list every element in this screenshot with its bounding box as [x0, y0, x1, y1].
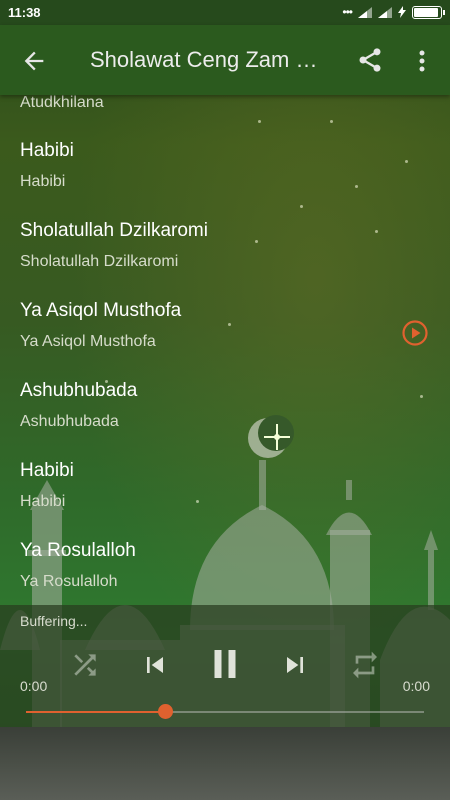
song-title: Sholatullah Dzilkaromi [20, 220, 208, 241]
song-subtitle: Sholatullah Dzilkaromi [20, 253, 179, 270]
status-time: 11:38 [8, 5, 41, 20]
player-panel: Buffering... 0:00 0:00 [0, 605, 450, 727]
status-bar: 11:38 ••• [0, 0, 450, 25]
list-item[interactable]: Ashubhubada Ashubhubada [0, 380, 450, 460]
bottom-bar [0, 727, 450, 800]
song-subtitle: Ashubhubada [20, 413, 119, 430]
seek-progress [26, 711, 165, 713]
pause-icon[interactable] [204, 643, 246, 685]
song-title: Ya Rosulalloh [20, 540, 136, 561]
list-item-partial-subtitle: Atudkhilana [20, 95, 104, 111]
list-item[interactable]: Sholatullah Dzilkaromi Sholatullah Dzilk… [0, 220, 450, 300]
share-icon[interactable] [356, 46, 384, 74]
seek-thumb[interactable] [158, 704, 173, 719]
skip-previous-icon[interactable] [139, 649, 171, 681]
list-item[interactable]: Habibi Habibi [0, 460, 450, 540]
signal-icon [378, 6, 392, 18]
seek-bar[interactable] [26, 704, 424, 719]
dots-icon: ••• [342, 5, 353, 19]
song-subtitle: Ya Asiqol Musthofa [20, 333, 156, 350]
signal-icon [358, 6, 372, 18]
shuffle-icon[interactable] [69, 649, 101, 681]
status-icons: ••• [342, 5, 445, 19]
list-item[interactable]: Habibi Habibi [0, 140, 450, 220]
charging-icon [398, 6, 406, 18]
battery-icon [412, 5, 445, 19]
more-vertical-icon[interactable] [412, 47, 432, 75]
duration-time: 0:00 [402, 678, 430, 694]
list-item[interactable]: Ya Rosulalloh Ya Rosulalloh [0, 540, 450, 605]
song-title: Ya Asiqol Musthofa [20, 300, 182, 321]
song-subtitle: Ya Rosulalloh [20, 573, 118, 590]
repeat-icon[interactable] [349, 649, 381, 681]
list-item[interactable]: Ya Asiqol Musthofa Ya Asiqol Musthofa [0, 300, 450, 380]
player-status: Buffering... [20, 613, 88, 629]
page-title: Sholawat Ceng Zam Zam [90, 47, 325, 72]
elapsed-time: 0:00 [20, 678, 48, 694]
app-bar: Sholawat Ceng Zam Zam [0, 25, 450, 95]
song-title: Habibi [20, 460, 74, 481]
song-subtitle: Habibi [20, 173, 66, 190]
song-title: Habibi [20, 140, 74, 161]
skip-next-icon[interactable] [279, 649, 311, 681]
arrow-left-icon[interactable] [20, 47, 48, 75]
song-title: Ashubhubada [20, 380, 138, 401]
song-subtitle: Habibi [20, 493, 66, 510]
playlist: Atudkhilana Habibi Habibi Sholatullah Dz… [0, 95, 450, 605]
now-playing-icon[interactable] [402, 320, 428, 346]
